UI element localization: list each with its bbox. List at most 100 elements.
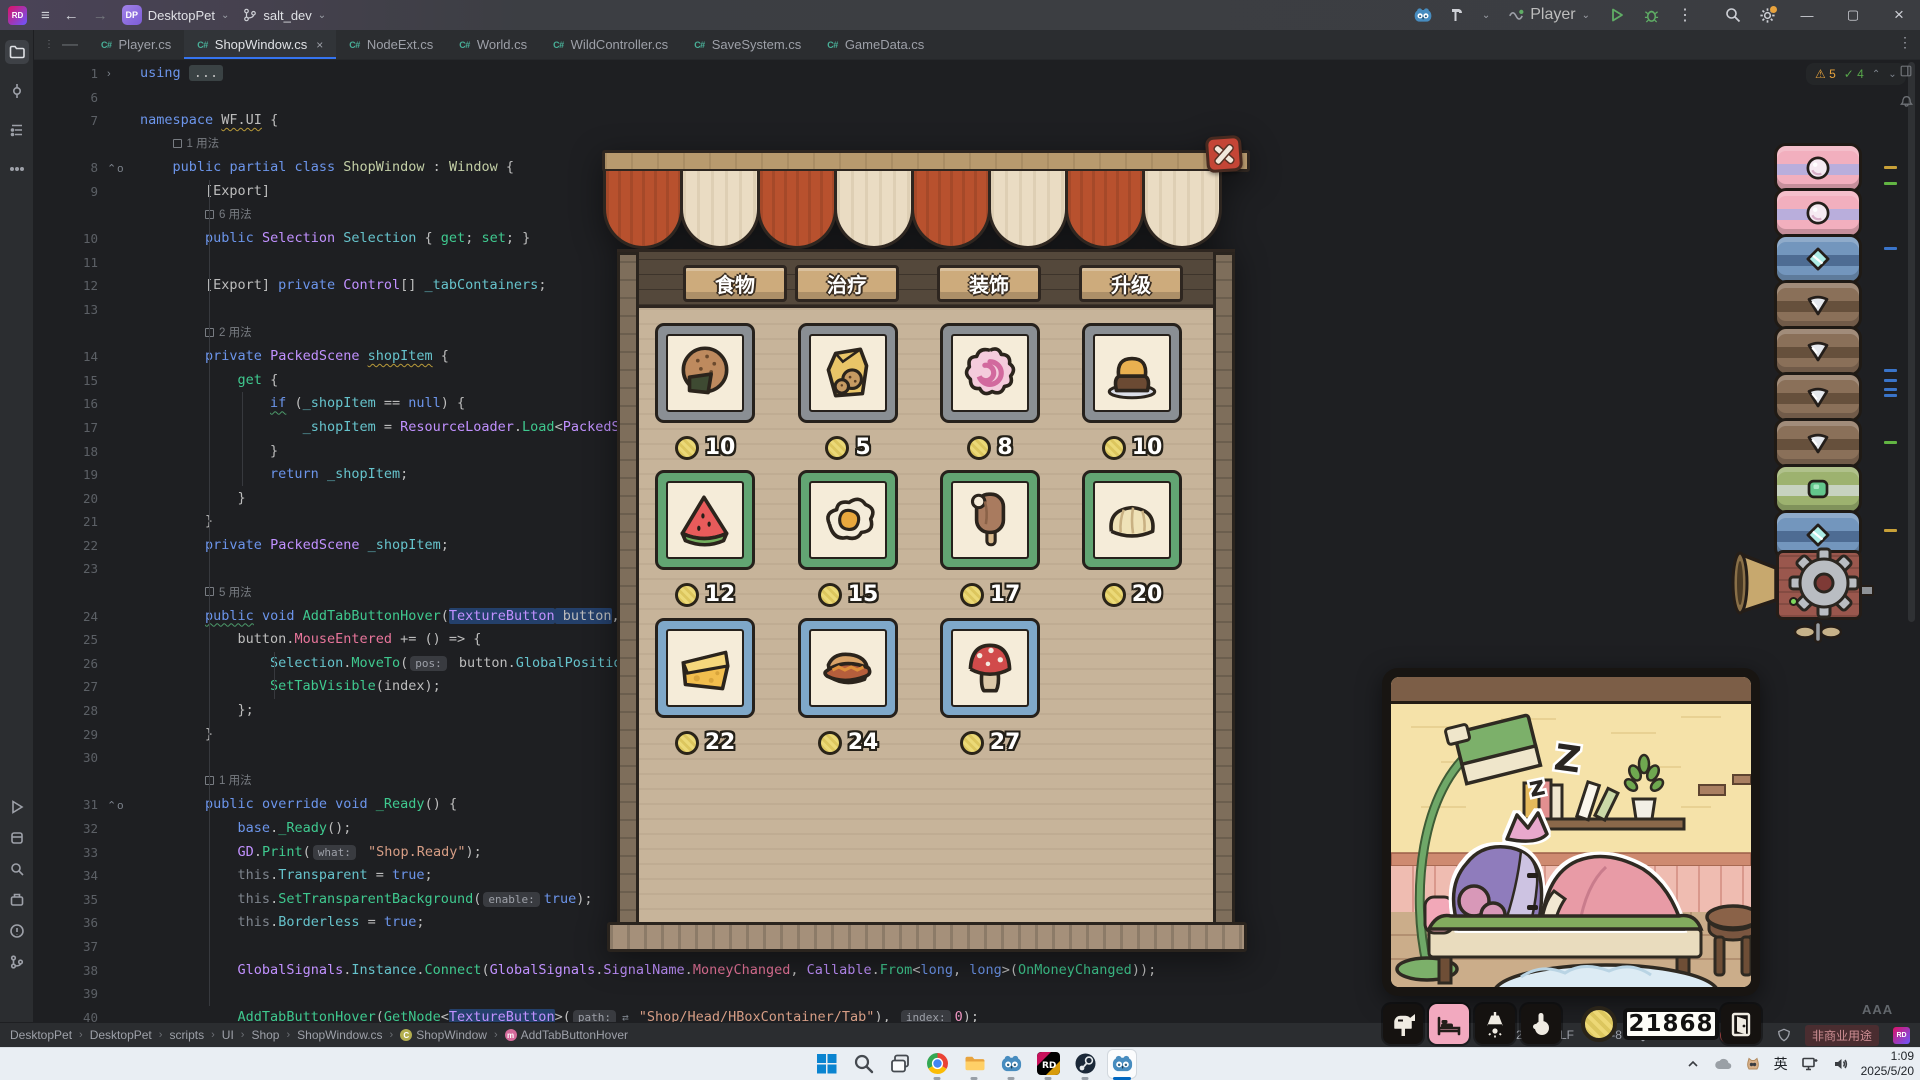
tool-problems-icon[interactable] bbox=[5, 919, 29, 943]
tab-NodeExt.cs[interactable]: C#NodeExt.cs bbox=[336, 30, 446, 59]
taskbar-godot[interactable] bbox=[997, 1050, 1025, 1078]
pink-chest[interactable] bbox=[1774, 143, 1862, 193]
settings-gear-icon[interactable] bbox=[1752, 0, 1782, 30]
breadcrumb-ShopWindow[interactable]: CShopWindow bbox=[400, 1028, 487, 1042]
shop-item-watermelon[interactable] bbox=[655, 470, 755, 570]
tool-more-icon[interactable] bbox=[5, 157, 29, 181]
line-separator[interactable]: LF bbox=[1560, 1028, 1574, 1042]
tool-build-icon[interactable] bbox=[5, 888, 29, 912]
tool-structure-icon[interactable] bbox=[5, 118, 29, 142]
taskbar-clock[interactable]: 1:09 2025/5/20 bbox=[1861, 1049, 1914, 1079]
shop-item-fried-egg[interactable] bbox=[798, 470, 898, 570]
tab-bar-options[interactable]: ⋮— bbox=[34, 30, 88, 59]
shop-tab-装饰[interactable]: 装饰 bbox=[937, 265, 1041, 302]
breadcrumb-DesktopPet[interactable]: DesktopPet bbox=[10, 1028, 72, 1042]
more-actions-icon[interactable]: ⋮ bbox=[1670, 0, 1700, 30]
shop-item-popsicle[interactable] bbox=[940, 470, 1040, 570]
taskbar-steam[interactable] bbox=[1071, 1050, 1099, 1078]
inspection-widget[interactable]: ⚠ 5 ✓ 4 ⌃ ⌄ bbox=[1806, 63, 1906, 85]
onedrive-cloud-icon[interactable] bbox=[1714, 1056, 1732, 1072]
shop-item-cheese[interactable] bbox=[655, 618, 755, 718]
hidden-icons-chevron[interactable] bbox=[1685, 1056, 1701, 1072]
volume-icon[interactable] bbox=[1832, 1056, 1848, 1072]
next-problem-icon[interactable]: ⌄ bbox=[1888, 69, 1896, 80]
taskbar-godot-game[interactable] bbox=[1108, 1050, 1136, 1078]
shop-tab-治疗[interactable]: 治疗 bbox=[795, 265, 899, 302]
pet-room-window[interactable]: z Z bbox=[1381, 667, 1761, 997]
godot-engine-icon[interactable] bbox=[1408, 0, 1438, 30]
shop-close-button[interactable] bbox=[1205, 135, 1243, 173]
breadcrumb-scripts[interactable]: scripts bbox=[169, 1028, 204, 1042]
license-badge[interactable]: 非商业用途 bbox=[1805, 1025, 1879, 1046]
hotbar-mailbox[interactable] bbox=[1383, 1004, 1423, 1044]
brown-chest[interactable] bbox=[1774, 372, 1862, 422]
hotbar-exit-door[interactable] bbox=[1721, 1004, 1761, 1044]
brown-chest[interactable] bbox=[1774, 280, 1862, 330]
main-menu-icon[interactable]: ≡ bbox=[41, 7, 50, 24]
tool-find-icon[interactable] bbox=[5, 857, 29, 881]
network-icon[interactable] bbox=[1801, 1056, 1819, 1072]
taskbar-task-view[interactable] bbox=[886, 1050, 914, 1078]
breadcrumb-UI[interactable]: UI bbox=[222, 1028, 234, 1042]
tab-World.cs[interactable]: C#World.cs bbox=[446, 30, 540, 59]
taskbar-start[interactable] bbox=[812, 1050, 840, 1078]
prev-problem-icon[interactable]: ⌃ bbox=[1872, 69, 1880, 80]
pink-chest[interactable] bbox=[1774, 188, 1862, 238]
tab-WildController.cs[interactable]: C#WildController.cs bbox=[540, 30, 681, 59]
tab-GameData.cs[interactable]: C#GameData.cs bbox=[814, 30, 937, 59]
branch-widget[interactable]: salt_dev ⌄ bbox=[243, 8, 326, 23]
shop-item-onigiri[interactable] bbox=[655, 323, 755, 423]
breadcrumb-AddTabButtonHover[interactable]: mAddTabButtonHover bbox=[505, 1028, 628, 1042]
shop-item-hotdog[interactable] bbox=[798, 618, 898, 718]
blue-chest[interactable] bbox=[1774, 234, 1862, 284]
breadcrumb-Shop[interactable]: Shop bbox=[251, 1028, 279, 1042]
shop-item-mushroom[interactable] bbox=[940, 618, 1040, 718]
taskbar-search[interactable] bbox=[849, 1050, 877, 1078]
window-close-button[interactable]: × bbox=[1878, 0, 1920, 30]
debug-button[interactable] bbox=[1636, 0, 1666, 30]
taskbar-explorer[interactable] bbox=[960, 1050, 988, 1078]
run-configuration[interactable]: Player ⌄ bbox=[1508, 6, 1590, 24]
notifications-bell-icon[interactable] bbox=[1899, 92, 1914, 112]
forward-icon[interactable]: → bbox=[93, 7, 108, 24]
search-everywhere-icon[interactable] bbox=[1718, 0, 1748, 30]
breadcrumb-DesktopPet[interactable]: DesktopPet bbox=[90, 1028, 152, 1042]
brown-chest[interactable] bbox=[1774, 326, 1862, 376]
tool-git-icon[interactable] bbox=[5, 950, 29, 974]
back-icon[interactable]: ← bbox=[64, 7, 79, 24]
tool-project-icon[interactable] bbox=[5, 40, 29, 64]
brown-chest[interactable] bbox=[1774, 418, 1862, 468]
tab-ShopWindow.cs[interactable]: C#ShopWindow.cs× bbox=[184, 30, 336, 59]
editor-scrollbar[interactable] bbox=[1908, 62, 1915, 622]
hotbar-bed[interactable] bbox=[1429, 1004, 1469, 1044]
shop-tab-升级[interactable]: 升级 bbox=[1079, 265, 1183, 302]
desktop-pet-tray-icon[interactable] bbox=[1745, 1056, 1761, 1072]
tool-debug-tool-icon[interactable] bbox=[5, 826, 29, 850]
taskbar-rider[interactable]: RD bbox=[1034, 1050, 1062, 1078]
build-hammer-icon[interactable] bbox=[1442, 0, 1472, 30]
shop-item-cookie-bag[interactable] bbox=[798, 323, 898, 423]
taskbar-chrome[interactable] bbox=[923, 1050, 951, 1078]
project-widget[interactable]: DP DesktopPet ⌄ bbox=[122, 5, 230, 25]
green-chest[interactable] bbox=[1774, 464, 1862, 514]
hotbar-gacha-lamp[interactable] bbox=[1475, 1004, 1515, 1044]
tab-Player.cs[interactable]: C#Player.cs bbox=[88, 30, 184, 59]
hotbar-hand[interactable] bbox=[1521, 1004, 1561, 1044]
shop-item-pudding[interactable] bbox=[1082, 323, 1182, 423]
tab-list-menu-icon[interactable]: ⋮ bbox=[1898, 34, 1912, 51]
shop-item-bread-bun[interactable] bbox=[1082, 470, 1182, 570]
shield-icon[interactable] bbox=[1777, 1028, 1791, 1042]
tab-SaveSystem.cs[interactable]: C#SaveSystem.cs bbox=[681, 30, 814, 59]
window-minimize-button[interactable]: — bbox=[1786, 0, 1828, 30]
window-maximize-button[interactable]: ▢ bbox=[1832, 0, 1874, 30]
hide-window-icon[interactable] bbox=[1899, 64, 1913, 83]
chevron-down-icon[interactable]: ⌄ bbox=[1482, 10, 1490, 21]
close-tab-icon[interactable]: × bbox=[316, 38, 323, 52]
breadcrumb-ShopWindow.cs[interactable]: ShopWindow.cs bbox=[297, 1028, 382, 1042]
shop-item-pink-swirl[interactable] bbox=[940, 323, 1040, 423]
run-button[interactable] bbox=[1602, 0, 1632, 30]
tool-run-icon[interactable] bbox=[5, 795, 29, 819]
shop-tab-食物[interactable]: 食物 bbox=[683, 265, 787, 302]
ime-indicator[interactable]: 英 bbox=[1774, 1054, 1788, 1074]
tool-commit-icon[interactable] bbox=[5, 79, 29, 103]
